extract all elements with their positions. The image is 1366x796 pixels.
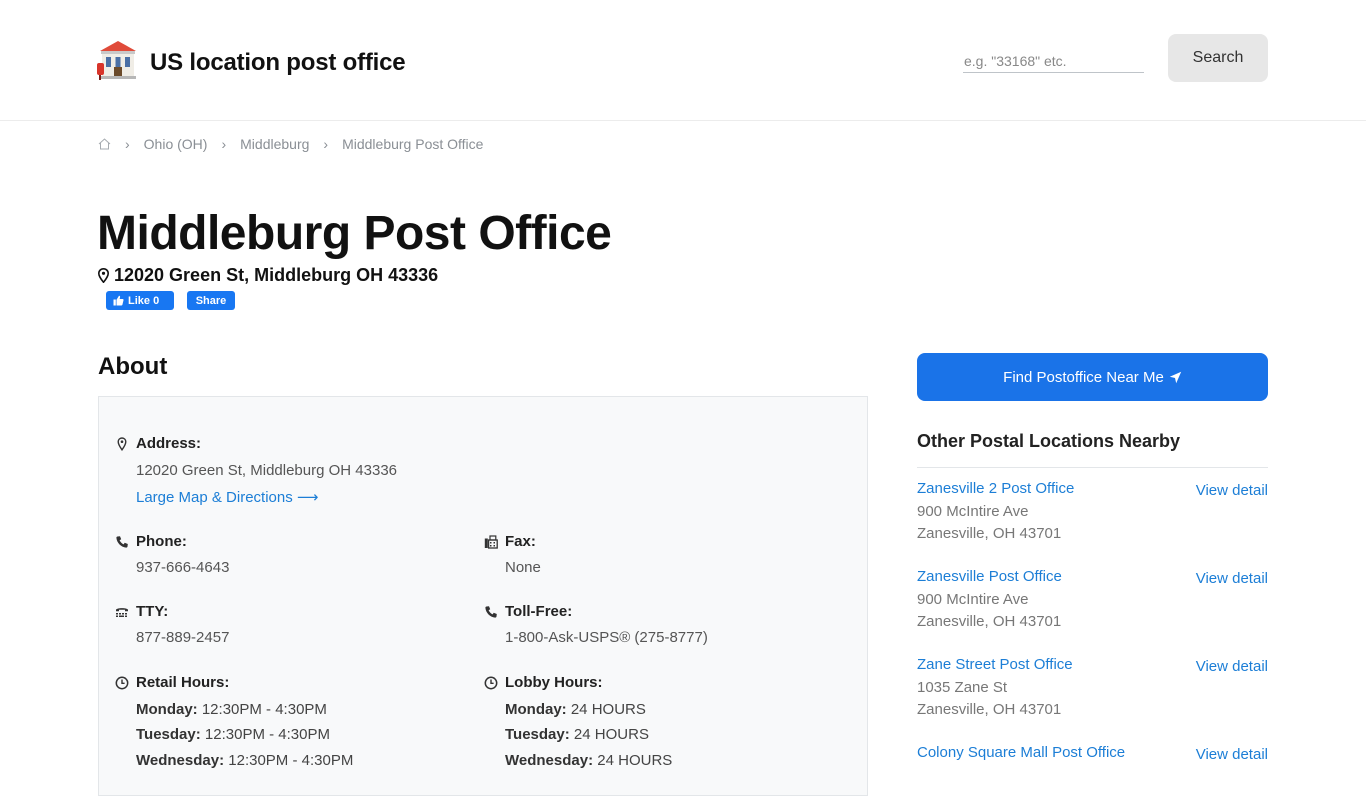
breadcrumb-state-link[interactable]: Ohio (OH) [144, 136, 208, 152]
lobby-hours-label: Lobby Hours: [505, 674, 603, 691]
search-input[interactable] [963, 49, 1144, 73]
address-label: Address: [136, 435, 202, 452]
day-label: Monday: [505, 701, 567, 718]
about-card: Address: 12020 Green St, Middleburg OH 4… [98, 396, 868, 796]
nearby-location-item: Colony Square Mall Post Office View deta… [917, 744, 1268, 768]
toll-free-value[interactable]: 1-800-Ask-USPS® (275-8777) [505, 629, 708, 646]
hours-value: 24 HOURS [573, 726, 649, 743]
about-heading: About [98, 353, 168, 380]
retail-hours-row: Monday: 12:30PM - 4:30PM [136, 701, 327, 718]
lobby-hours-row: Tuesday: 24 HOURS [505, 726, 649, 743]
nearby-location-name[interactable]: Colony Square Mall Post Office [917, 744, 1125, 761]
phone-icon [116, 536, 128, 548]
tty-value[interactable]: 877-889-2457 [136, 629, 229, 646]
tty-label: TTY: [136, 603, 169, 620]
nearby-location-item: Zane Street Post Office 1035 Zane St Zan… [917, 656, 1268, 736]
title-address: 12020 Green St, Middleburg OH 43336 [98, 265, 438, 286]
address-value: 12020 Green St, Middleburg OH 43336 [136, 462, 397, 479]
facebook-like-button[interactable]: Like 0 [106, 291, 174, 310]
nearby-location-city: Zanesville, OH 43701 [917, 701, 1062, 718]
phone-icon [485, 606, 497, 618]
breadcrumb-separator: › [221, 136, 227, 152]
nearby-location-city: Zanesville, OH 43701 [917, 613, 1062, 630]
fax-icon [484, 535, 498, 549]
title-address-text: 12020 Green St, Middleburg OH 43336 [114, 265, 439, 285]
site-title[interactable]: US location post office [150, 49, 406, 77]
phone-label: Phone: [136, 533, 187, 550]
nearby-location-name[interactable]: Zane Street Post Office [917, 656, 1073, 673]
lobby-hours-row: Wednesday: 24 HOURS [505, 752, 672, 769]
map-directions-link[interactable]: Large Map & Directions ⟶ [136, 488, 318, 506]
nearby-location-city: Zanesville, OH 43701 [917, 525, 1062, 542]
page-title: Middleburg Post Office [97, 207, 612, 260]
map-marker-icon [98, 268, 109, 283]
site-header: US location post office Search [0, 0, 1366, 121]
fax-label: Fax: [505, 533, 536, 550]
breadcrumb-separator: › [323, 136, 329, 152]
breadcrumb-separator: › [125, 136, 130, 152]
map-marker-icon [117, 437, 127, 451]
facebook-share-button[interactable]: Share [187, 291, 235, 310]
home-icon[interactable] [98, 138, 111, 150]
nearby-location-name[interactable]: Zanesville 2 Post Office [917, 480, 1074, 497]
search-button[interactable]: Search [1168, 34, 1268, 82]
breadcrumb-city-link[interactable]: Middleburg [240, 136, 309, 152]
post-office-logo-icon[interactable] [97, 39, 139, 81]
toll-free-label: Toll-Free: [505, 603, 573, 620]
nearby-location-item: Zanesville 2 Post Office 900 McIntire Av… [917, 480, 1268, 560]
day-label: Tuesday: [505, 726, 570, 743]
find-button-label: Find Postoffice Near Me [1003, 368, 1164, 386]
view-detail-link[interactable]: View detail [1196, 746, 1268, 763]
hours-value: 12:30PM - 4:30PM [204, 726, 330, 743]
hours-value: 12:30PM - 4:30PM [228, 752, 354, 769]
retail-hours-row: Wednesday: 12:30PM - 4:30PM [136, 752, 353, 769]
breadcrumb: › Ohio (OH) › Middleburg › Middleburg Po… [98, 135, 483, 153]
view-detail-link[interactable]: View detail [1196, 570, 1268, 587]
phone-value[interactable]: 937-666-4643 [136, 559, 229, 576]
nearby-location-item: Zanesville Post Office 900 McIntire Ave … [917, 568, 1268, 648]
nearby-heading: Other Postal Locations Nearby [917, 431, 1181, 451]
clock-icon [115, 676, 129, 690]
retail-hours-row: Tuesday: 12:30PM - 4:30PM [136, 726, 330, 743]
find-postoffice-near-me-button[interactable]: Find Postoffice Near Me [917, 353, 1268, 401]
clock-icon [484, 676, 498, 690]
hours-value: 24 HOURS [597, 752, 673, 769]
facebook-like-label: Like 0 [128, 294, 160, 307]
fax-value: None [505, 559, 541, 576]
lobby-hours-row: Monday: 24 HOURS [505, 701, 646, 718]
nearby-location-street: 900 McIntire Ave [917, 503, 1029, 520]
hours-value: 12:30PM - 4:30PM [201, 701, 327, 718]
nearby-location-street: 1035 Zane St [917, 679, 1008, 696]
view-detail-link[interactable]: View detail [1196, 658, 1268, 675]
day-label: Monday: [136, 701, 198, 718]
day-label: Wednesday: [505, 752, 594, 769]
hours-value: 24 HOURS [570, 701, 646, 718]
view-detail-link[interactable]: View detail [1196, 482, 1268, 499]
day-label: Tuesday: [136, 726, 201, 743]
day-label: Wednesday: [136, 752, 225, 769]
breadcrumb-current: Middleburg Post Office [342, 136, 484, 152]
location-arrow-icon [1169, 371, 1182, 383]
thumbs-up-icon [113, 295, 124, 306]
tty-icon [116, 608, 128, 617]
retail-hours-label: Retail Hours: [136, 674, 230, 691]
nearby-location-name[interactable]: Zanesville Post Office [917, 568, 1062, 585]
divider [917, 467, 1268, 468]
nearby-location-street: 900 McIntire Ave [917, 591, 1029, 608]
